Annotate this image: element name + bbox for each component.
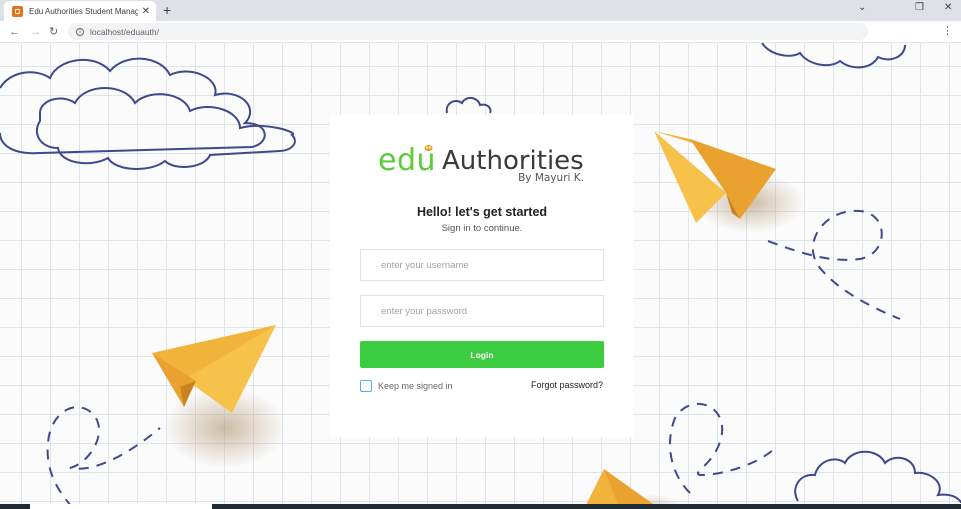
url-text[interactable]: localhost/eduauth/ bbox=[90, 27, 159, 37]
restore-window-icon[interactable]: ❐ bbox=[915, 2, 924, 13]
cloud-icon bbox=[794, 450, 961, 504]
remember-checkbox[interactable] bbox=[360, 380, 372, 392]
login-card: edu Authorities By Mayuri K. Hello! let'… bbox=[330, 115, 634, 437]
brand-logo: edu Authorities By Mayuri K. bbox=[378, 143, 588, 189]
password-input[interactable] bbox=[360, 295, 604, 327]
arrow-right-icon[interactable]: → bbox=[30, 24, 41, 40]
info-icon[interactable]: i bbox=[76, 27, 84, 36]
reload-icon[interactable]: ↻ bbox=[49, 24, 58, 40]
forgot-password-link[interactable]: Forgot password? bbox=[531, 380, 603, 390]
tab-close-icon[interactable]: ✕ bbox=[142, 6, 150, 17]
remember-me[interactable]: Keep me signed in bbox=[360, 380, 453, 392]
paper-plane-icon bbox=[152, 325, 287, 468]
tab-title: Edu Authorities Student Manager bbox=[29, 6, 138, 16]
arrow-left-icon[interactable]: ← bbox=[9, 24, 20, 40]
browser-tab-bar: Edu Authorities Student Manager ✕ + ⌄ ❐ … bbox=[0, 0, 961, 21]
logo-byline: By Mayuri K. bbox=[518, 172, 584, 184]
browser-toolbar: ← → ↻ i localhost/eduauth/ ⋮ bbox=[0, 21, 961, 43]
login-page: edu Authorities By Mayuri K. Hello! let'… bbox=[0, 43, 961, 509]
browser-tab[interactable]: Edu Authorities Student Manager ✕ bbox=[4, 1, 156, 21]
login-button[interactable]: Login bbox=[360, 341, 604, 368]
new-tab-button[interactable]: + bbox=[163, 1, 171, 19]
cloud-icon bbox=[761, 43, 906, 69]
site-favicon-icon bbox=[12, 5, 23, 17]
remember-label: Keep me signed in bbox=[378, 381, 453, 391]
address-bar[interactable]: i localhost/eduauth/ bbox=[68, 23, 868, 40]
username-input[interactable] bbox=[360, 249, 604, 281]
paper-plane-icon bbox=[654, 131, 805, 233]
login-heading: Hello! let's get started bbox=[416, 205, 548, 219]
cloud-icon bbox=[0, 57, 296, 170]
owl-icon bbox=[424, 145, 433, 151]
footer-bar-highlight bbox=[30, 504, 212, 509]
tab-search-icon[interactable]: ⌄ bbox=[858, 2, 866, 13]
cloud-icon bbox=[445, 97, 492, 114]
kebab-menu-icon[interactable]: ⋮ bbox=[942, 25, 953, 37]
paper-plane-icon bbox=[584, 469, 689, 509]
close-window-icon[interactable]: ✕ bbox=[944, 2, 952, 13]
login-subheading: Sign in to continue. bbox=[441, 223, 523, 234]
